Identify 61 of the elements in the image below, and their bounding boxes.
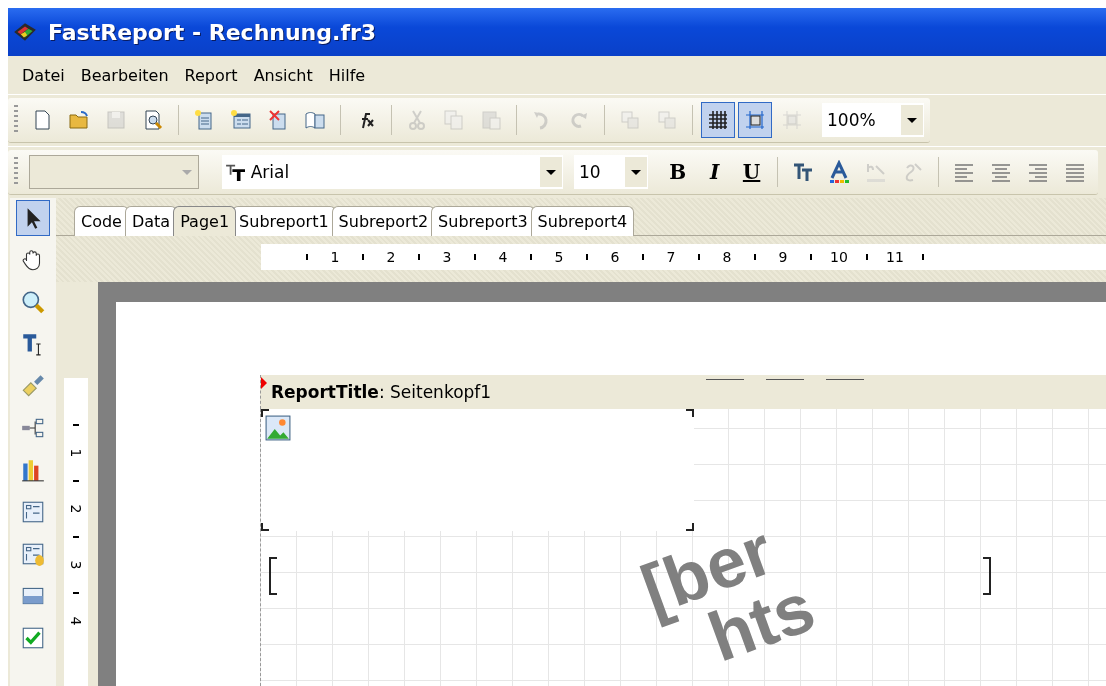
ruler-number: 6: [609, 249, 621, 265]
font-color-icon: [827, 160, 852, 184]
selection-bracket[interactable]: [269, 557, 277, 595]
brush-icon: [20, 373, 46, 399]
ruler-number: 3: [67, 560, 85, 570]
menu-item[interactable]: Datei: [14, 65, 73, 85]
ruler-number: 9: [777, 249, 789, 265]
ruler-number: 4: [497, 249, 509, 265]
ruler-number: 1: [329, 249, 341, 265]
caret-icon: [181, 169, 192, 175]
font-size-dropdown[interactable]: 10: [573, 155, 648, 189]
caret-icon: [545, 169, 556, 175]
toolbox-button[interactable]: [16, 200, 50, 236]
italic-button[interactable]: I: [697, 154, 732, 190]
stacked-squares-icon: [655, 108, 679, 132]
band-marker-icon: [261, 377, 267, 389]
ruler-number: 3: [441, 249, 453, 265]
ruler-number: 8: [721, 249, 733, 265]
toolbar-button[interactable]: [701, 102, 735, 138]
menu-item[interactable]: Bearbeiten: [72, 65, 177, 85]
grip-icon[interactable]: [14, 157, 18, 187]
grid-icon: [706, 108, 730, 132]
stacked-squares-icon: [618, 108, 642, 132]
folder-icon: [67, 108, 91, 132]
style-dropdown[interactable]: [29, 155, 199, 189]
window-title: FastReport - Rechnung.fr3: [48, 19, 377, 45]
zoom-dropdown[interactable]: 100%: [822, 103, 924, 137]
picture-icon: [265, 415, 291, 441]
snap-frame-icon: [743, 108, 767, 132]
ruler-number: 2: [385, 249, 397, 265]
menu-item[interactable]: Hilfe: [320, 65, 374, 85]
form-icon: [20, 499, 46, 525]
page-tab[interactable]: Subreport4: [530, 206, 635, 236]
ruler-number: 2: [67, 504, 85, 514]
menu-item[interactable]: Ansicht: [245, 65, 321, 85]
caret-icon: [630, 169, 641, 175]
ruler-number: 1: [67, 448, 85, 458]
caret-icon: [907, 117, 917, 123]
ruler-number: 10: [829, 249, 849, 265]
ruler-number: 7: [665, 249, 677, 265]
font-dropdown[interactable]: Arial: [221, 155, 563, 189]
bar-chart-icon: [20, 457, 46, 483]
menu-item[interactable]: Report: [176, 65, 246, 85]
new-window-icon: [229, 108, 253, 132]
paste-icon: [479, 108, 503, 132]
ruler-number: 11: [885, 249, 905, 265]
font-icon: [224, 163, 247, 181]
ruler-number: 5: [553, 249, 565, 265]
underline-button[interactable]: U: [734, 154, 769, 190]
band-header[interactable]: ReportTitle: Seitenkopf1: [260, 375, 1106, 409]
selection-bracket[interactable]: [983, 557, 991, 595]
copy-icon: [442, 108, 466, 132]
ruler-number: 4: [67, 616, 85, 626]
database-form-icon: [20, 541, 46, 567]
grip-icon[interactable]: [14, 105, 18, 135]
page-tab[interactable]: Page1: [173, 206, 237, 236]
app-logo-icon: [12, 21, 38, 43]
fit-frame-icon: [780, 108, 804, 132]
tick-icon: [20, 625, 46, 651]
search-icon: [20, 289, 46, 315]
bold-button[interactable]: B: [660, 154, 695, 190]
